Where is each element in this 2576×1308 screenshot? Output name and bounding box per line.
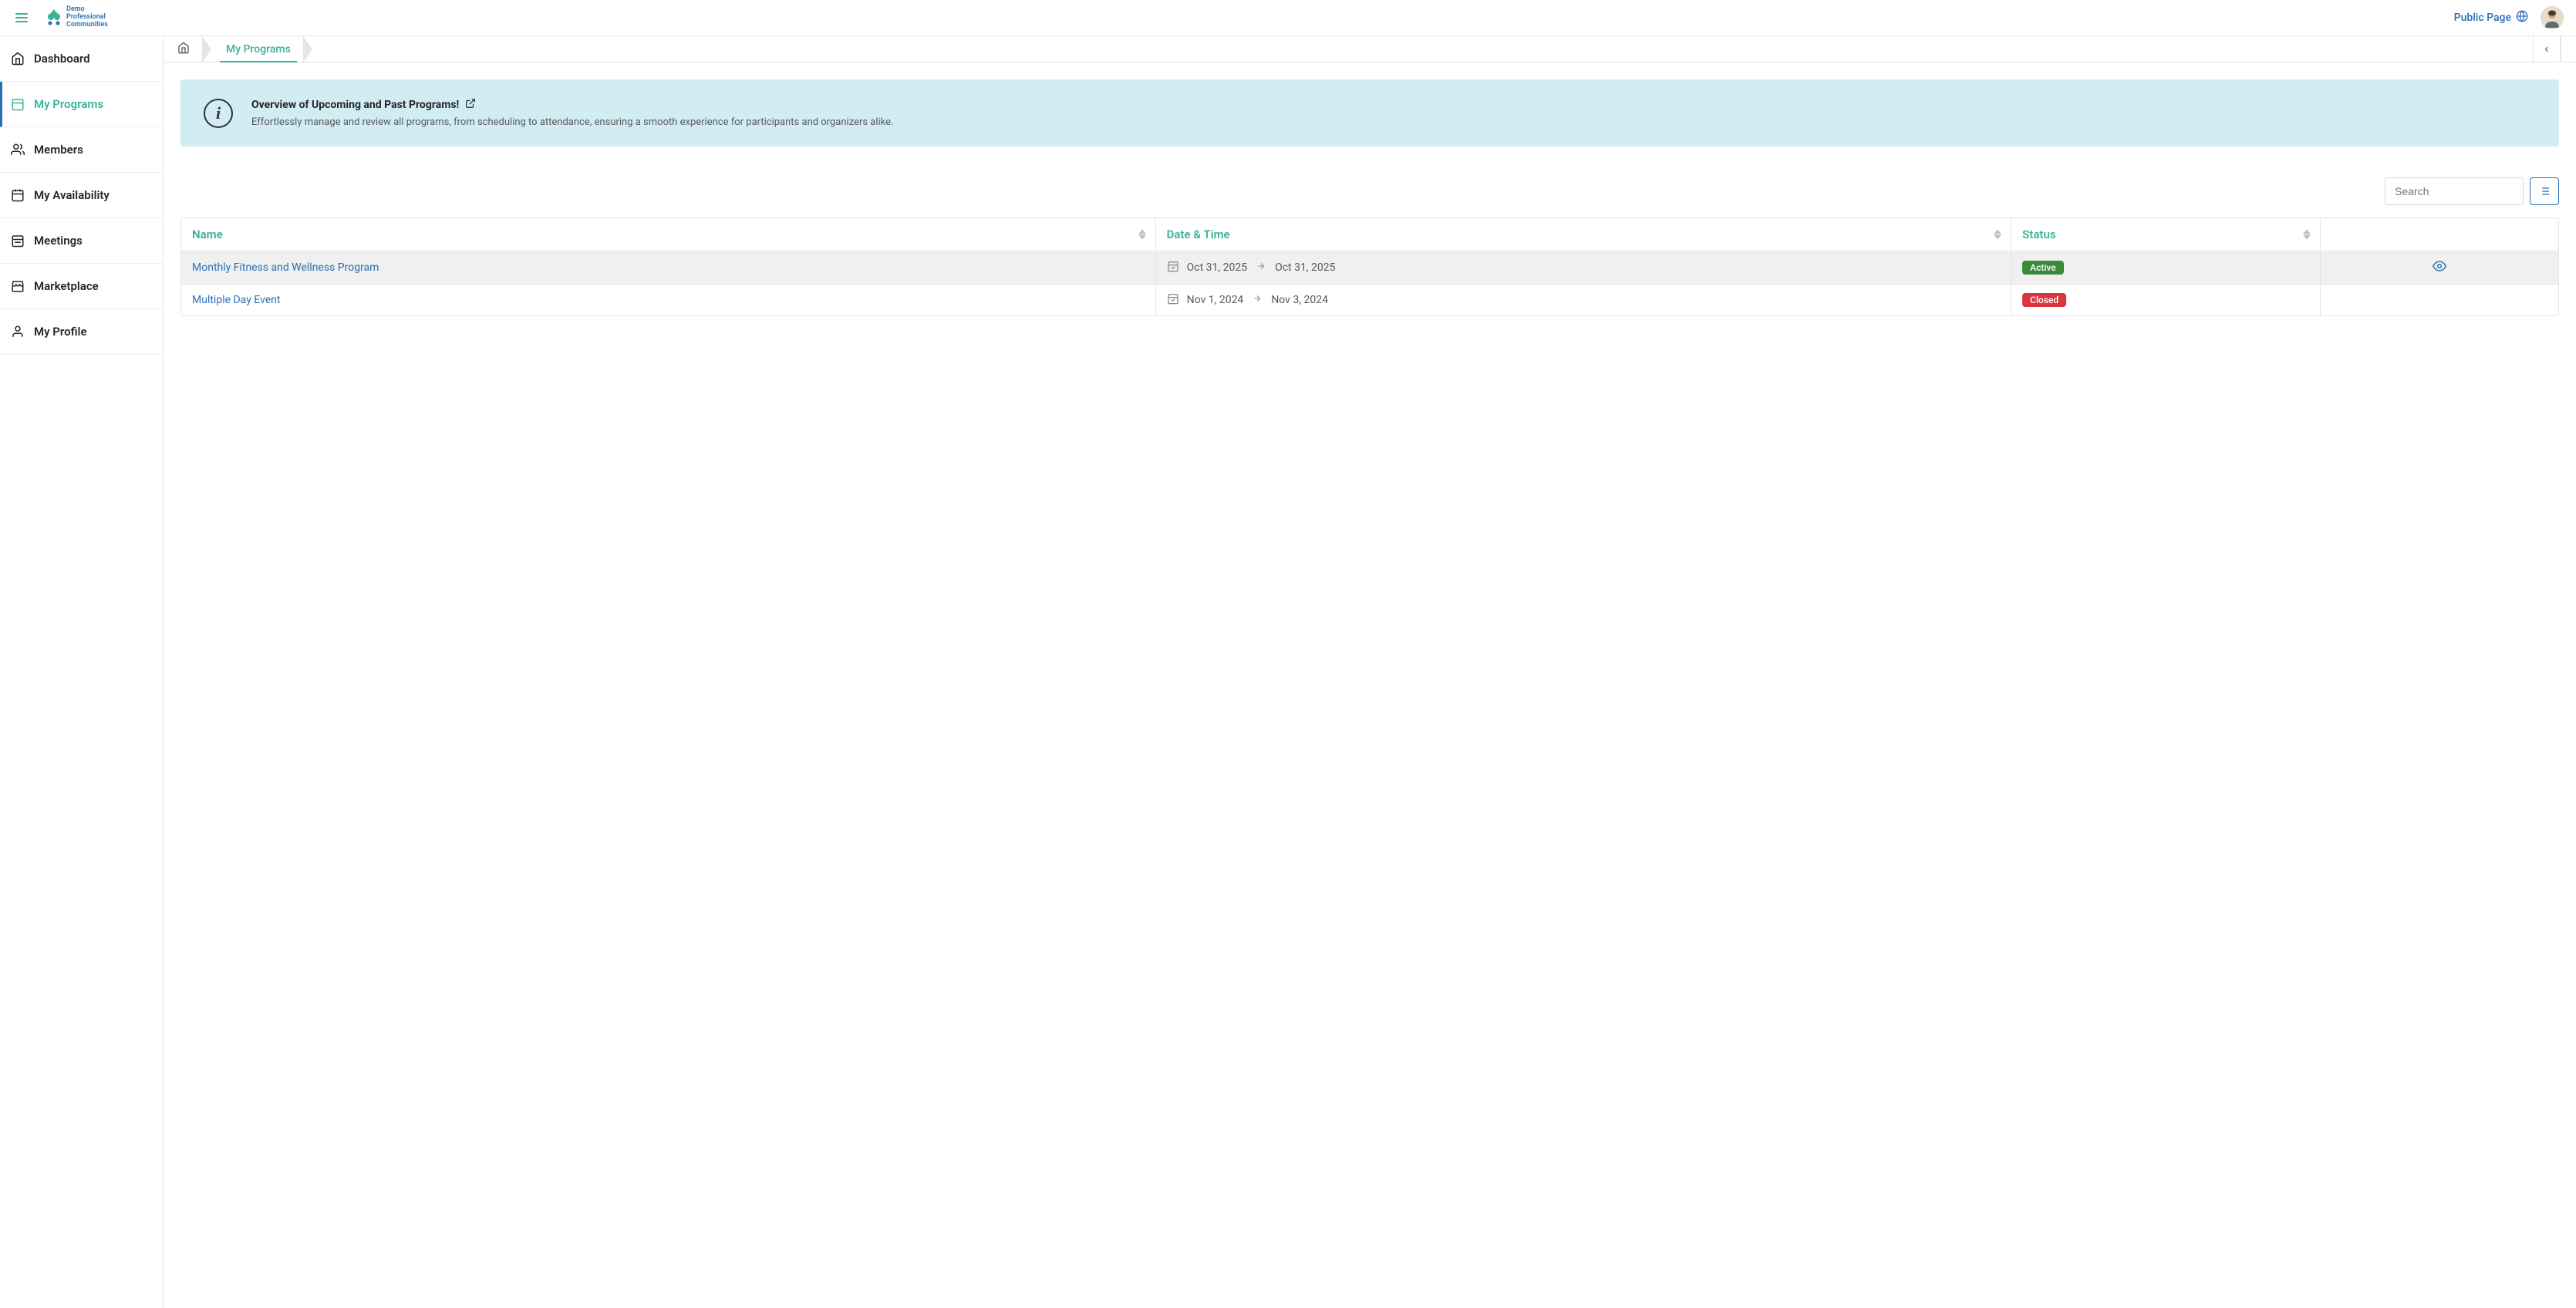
calendar-alt-icon — [11, 188, 25, 202]
sidebar-item-members[interactable]: Members — [0, 127, 163, 173]
column-header-actions — [2321, 218, 2558, 251]
calendar-lines-icon — [11, 234, 25, 248]
cell-actions — [2321, 251, 2558, 285]
main-content: My Programs i Overview of Upc — [164, 36, 2576, 1308]
home-icon — [177, 42, 190, 57]
cell-date: Nov 1, 2024 Nov 3, 2024 — [1156, 285, 2012, 315]
info-description: Effortlessly manage and review all progr… — [251, 116, 893, 128]
logo-icon — [45, 8, 63, 28]
cell-status: Active — [2011, 251, 2321, 285]
sort-icon — [1994, 230, 2001, 240]
sort-icon — [2303, 230, 2311, 240]
home-icon — [11, 52, 25, 66]
logo[interactable]: Demo Professional Communities — [45, 6, 108, 29]
collapse-panel-button[interactable] — [2533, 36, 2561, 62]
sidebar-item-marketplace[interactable]: Marketplace — [0, 264, 163, 309]
end-date: Nov 3, 2024 — [1271, 294, 1328, 306]
start-date: Oct 31, 2025 — [1187, 261, 1247, 274]
info-banner: i Overview of Upcoming and Past Programs… — [180, 79, 2559, 147]
avatar[interactable] — [2541, 6, 2564, 29]
column-header-date[interactable]: Date & Time — [1156, 218, 2012, 251]
breadcrumb: My Programs — [164, 36, 313, 62]
header-left: Demo Professional Communities — [12, 6, 108, 29]
arrow-right-icon — [1251, 294, 1263, 306]
program-name-link[interactable]: Monthly Fitness and Wellness Program — [192, 261, 379, 274]
sidebar-item-dashboard[interactable]: Dashboard — [0, 36, 163, 82]
sidebar-item-my-programs[interactable]: My Programs — [0, 82, 163, 127]
calendar-check-icon — [1167, 260, 1179, 275]
header: Demo Professional Communities Public Pag… — [0, 0, 2576, 36]
status-badge: Active — [2022, 261, 2064, 275]
table-row[interactable]: Multiple Day Event Nov 1, 2024 Nov 3, 2024… — [181, 285, 2558, 315]
sidebar-item-label: My Profile — [34, 325, 87, 339]
hamburger-menu-button[interactable] — [12, 10, 31, 25]
table-toolbar — [180, 177, 2559, 205]
sidebar-item-meetings[interactable]: Meetings — [0, 218, 163, 264]
header-right: Public Page — [2454, 6, 2564, 29]
sidebar-item-label: My Programs — [34, 97, 103, 111]
breadcrumb-home[interactable] — [164, 36, 204, 62]
public-page-link[interactable]: Public Page — [2454, 10, 2528, 25]
external-link-icon[interactable] — [465, 98, 476, 112]
sidebar-item-label: My Availability — [34, 188, 110, 202]
column-header-status[interactable]: Status — [2011, 218, 2321, 251]
sort-icon — [1138, 230, 1146, 240]
program-name-link[interactable]: Multiple Day Event — [192, 294, 281, 306]
sidebar-item-my-availability[interactable]: My Availability — [0, 173, 163, 218]
user-icon — [11, 325, 25, 339]
programs-table: Name Date & Time — [180, 217, 2559, 316]
sidebar-item-label: Marketplace — [34, 279, 99, 293]
info-title: Overview of Upcoming and Past Programs! — [251, 98, 893, 112]
cell-actions — [2321, 285, 2558, 315]
store-icon — [11, 279, 25, 293]
sidebar-item-label: Members — [34, 143, 83, 157]
users-icon — [11, 143, 25, 157]
breadcrumb-actions — [2533, 36, 2576, 62]
end-date: Oct 31, 2025 — [1275, 261, 1335, 274]
sidebar-item-label: Meetings — [34, 234, 83, 248]
globe-icon — [2516, 10, 2528, 25]
info-text: Overview of Upcoming and Past Programs! … — [251, 98, 893, 128]
search-input[interactable] — [2385, 177, 2524, 205]
panel-spacer — [2561, 36, 2576, 62]
column-header-name[interactable]: Name — [181, 218, 1156, 251]
content-area: i Overview of Upcoming and Past Programs… — [164, 62, 2576, 333]
cell-name: Multiple Day Event — [181, 285, 1156, 315]
calendar-check-icon — [1167, 292, 1179, 308]
info-icon: i — [204, 99, 233, 128]
cell-date: Oct 31, 2025 Oct 31, 2025 — [1156, 251, 2012, 285]
cell-name: Monthly Fitness and Wellness Program — [181, 251, 1156, 285]
breadcrumb-separator — [203, 36, 212, 62]
calendar-icon — [11, 97, 25, 111]
sidebar-item-label: Dashboard — [34, 52, 90, 66]
breadcrumb-bar: My Programs — [164, 36, 2576, 62]
sidebar-item-my-profile[interactable]: My Profile — [0, 309, 163, 355]
status-badge: Closed — [2022, 293, 2066, 307]
breadcrumb-current[interactable]: My Programs — [212, 36, 305, 62]
table-row[interactable]: Monthly Fitness and Wellness Program Oct … — [181, 251, 2558, 285]
sidebar: Dashboard My Programs Members My Availabili… — [0, 36, 164, 1308]
cell-status: Closed — [2011, 285, 2321, 315]
logo-text: Demo Professional Communities — [66, 6, 108, 29]
list-view-toggle-button[interactable] — [2530, 177, 2559, 205]
breadcrumb-separator — [304, 36, 313, 62]
arrow-right-icon — [1255, 261, 1267, 274]
start-date: Nov 1, 2024 — [1187, 294, 1244, 306]
view-icon[interactable] — [2433, 264, 2446, 276]
